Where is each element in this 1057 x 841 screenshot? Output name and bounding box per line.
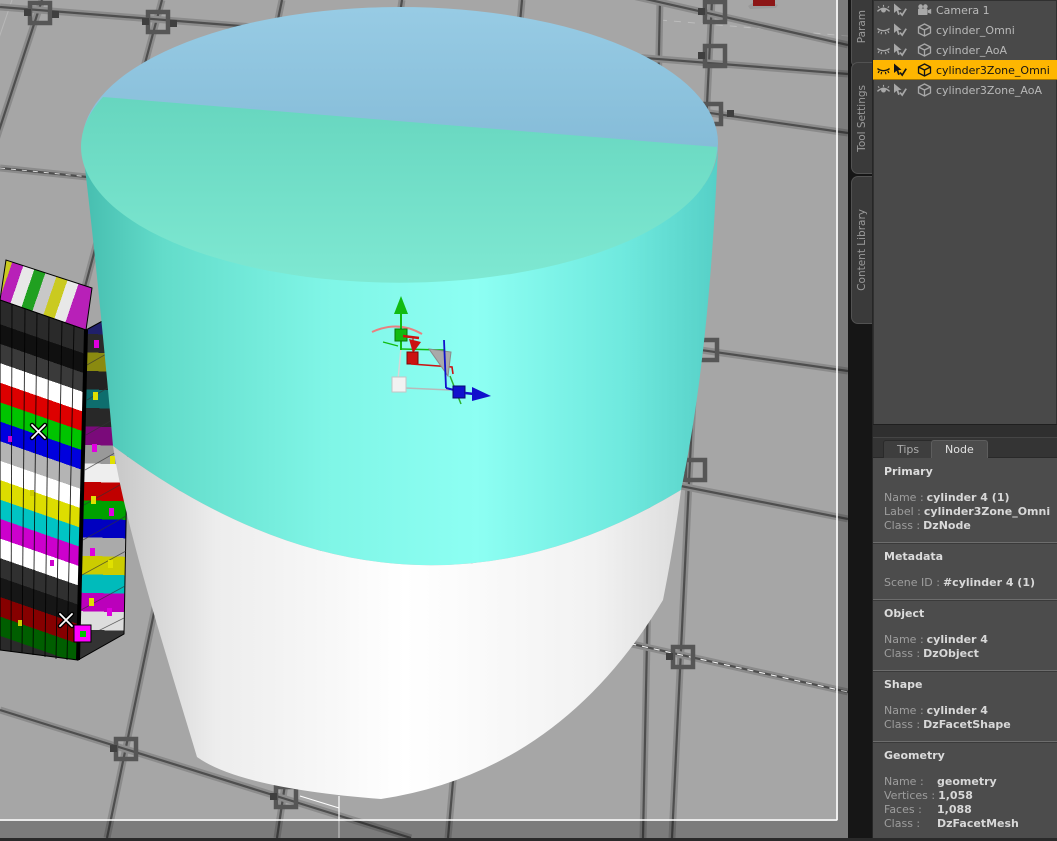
prop-label: Name : — [884, 775, 924, 788]
prop-value: DzNode — [923, 519, 971, 532]
node-section-shape: Shape Name : cylinder 4 Class : DzFacetSha… — [873, 670, 1057, 741]
eye-open-icon[interactable] — [876, 83, 891, 97]
prop-label: Label : — [884, 505, 921, 518]
prop-label: Name : — [884, 704, 924, 717]
camera-icon — [917, 3, 932, 17]
prop-value: cylinder 4 — [926, 704, 988, 717]
prop-value: cylinder 4 (1) — [926, 491, 1010, 504]
panel-splitter[interactable] — [873, 424, 1057, 438]
node-properties-panel: Primary Name : cylinder 4 (1) Label : cyli… — [873, 458, 1057, 838]
scene-tree-item-cylinder-aoa[interactable]: cylinder_AoA — [873, 40, 1057, 60]
right-panel: Camera 1 cylinder_Omni cylinder_AoA cyli… — [872, 0, 1057, 838]
section-title: Primary — [884, 465, 933, 478]
prop-label: Name : — [884, 491, 924, 504]
prop-label: Class : — [884, 817, 921, 830]
pointer-check-icon[interactable] — [892, 3, 907, 17]
tab-node[interactable]: Node — [931, 440, 988, 460]
side-tab-strip: Param Tool Settings Content Library — [848, 0, 872, 838]
prop-value: DzFacetMesh — [937, 817, 1019, 830]
node-section-geometry: Geometry Name : geometry Vertices :1,058 … — [873, 741, 1057, 838]
scene-tree[interactable]: Camera 1 cylinder_Omni cylinder_AoA cyli… — [873, 0, 1057, 424]
eye-open-icon[interactable] — [876, 3, 891, 17]
prop-value: DzObject — [923, 647, 979, 660]
viewport-3d[interactable] — [0, 0, 849, 841]
node-section-primary: Primary Name : cylinder 4 (1) Label : cyli… — [873, 458, 1057, 542]
prop-value: 1,088 — [937, 803, 972, 816]
section-title: Object — [884, 607, 925, 620]
prop-label: Scene ID : — [884, 576, 940, 589]
scene-canvas — [0, 0, 849, 841]
cube-icon — [917, 63, 932, 77]
pointer-check-icon[interactable] — [892, 83, 907, 97]
prop-label: Name : — [884, 633, 924, 646]
node-section-metadata: Metadata Scene ID : #cylinder 4 (1) — [873, 542, 1057, 599]
tab-tool-settings[interactable]: Tool Settings — [851, 62, 872, 174]
prop-label: Class : — [884, 718, 921, 731]
node-section-object: Object Name : cylinder 4 Class : DzObject — [873, 599, 1057, 670]
tab-parameters[interactable]: Param — [851, 0, 872, 68]
scene-item-label: cylinder3Zone_Omni — [936, 63, 1050, 77]
cube-icon — [917, 43, 932, 57]
tab-tips[interactable]: Tips — [883, 440, 934, 458]
eye-closed-icon[interactable] — [876, 23, 891, 37]
prop-value: cylinder3Zone_Omni — [923, 505, 1051, 518]
prop-value: DzFacetShape — [923, 718, 1011, 731]
prop-value: #cylinder 4 (1) — [942, 576, 1036, 589]
pointer-check-icon[interactable] — [892, 63, 907, 77]
scene-item-label: Camera 1 — [936, 3, 990, 17]
prop-value: 1,058 — [938, 789, 973, 802]
prop-value: cylinder 4 — [926, 633, 988, 646]
scene-tree-item-camera1[interactable]: Camera 1 — [873, 0, 1057, 20]
scene-tree-item-cylinder3zone-aoa[interactable]: cylinder3Zone_AoA — [873, 80, 1057, 100]
cube-icon — [917, 83, 932, 97]
section-title: Shape — [884, 678, 923, 691]
bottom-tab-bar: Tips Node — [873, 438, 1057, 460]
pointer-check-icon[interactable] — [892, 43, 907, 57]
scene-item-label: cylinder_AoA — [936, 43, 1008, 57]
prop-label: Class : — [884, 647, 921, 660]
prop-value: geometry — [937, 775, 997, 788]
scene-item-label: cylinder_Omni — [936, 23, 1015, 37]
tab-content-library[interactable]: Content Library — [851, 176, 872, 324]
origin-handle — [391, 376, 407, 393]
section-title: Metadata — [884, 550, 944, 563]
prop-label: Vertices : — [884, 789, 936, 802]
prop-label: Class : — [884, 519, 921, 532]
prop-label: Faces : — [884, 803, 922, 816]
cube-icon — [917, 23, 932, 37]
pointer-check-icon[interactable] — [892, 23, 907, 37]
scene-item-label: cylinder3Zone_AoA — [936, 83, 1043, 97]
section-title: Geometry — [884, 749, 945, 762]
scene-tree-item-cylinder3zone-omni-selected[interactable]: cylinder3Zone_Omni — [873, 60, 1057, 80]
scene-tree-item-cylinder-omni[interactable]: cylinder_Omni — [873, 20, 1057, 40]
eye-closed-icon[interactable] — [876, 63, 891, 77]
eye-closed-icon[interactable] — [876, 43, 891, 57]
